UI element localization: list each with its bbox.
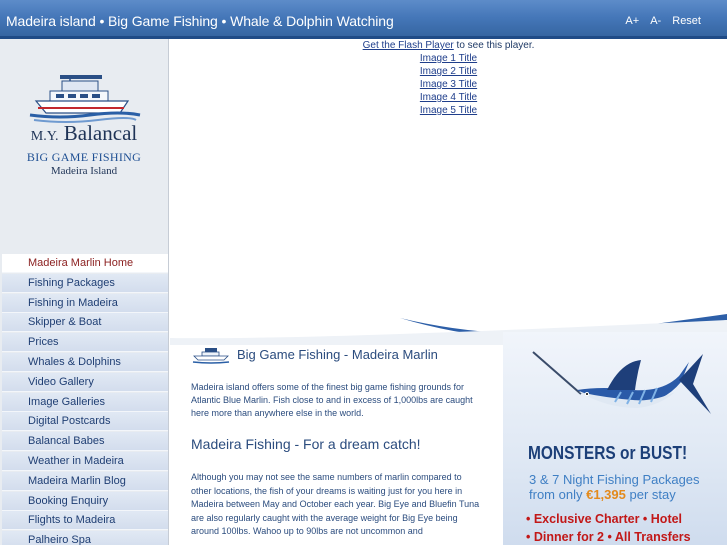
promo-price: €1,395 <box>586 487 626 502</box>
site-logo[interactable]: M.Y. Balancal BIG GAME FISHING Madeira I… <box>0 39 168 257</box>
nav-item-booking-enquiry[interactable]: Booking Enquiry <box>2 491 168 511</box>
body-paragraph: Although you may not see the same number… <box>191 472 480 536</box>
nav-item-video-gallery[interactable]: Video Gallery <box>2 372 168 392</box>
flash-notice: Get the Flash Player to see this player. <box>362 40 535 51</box>
site-title: Madeira island • Big Game Fishing • Whal… <box>6 13 394 29</box>
font-decrease-button[interactable]: A- <box>650 15 661 27</box>
page-heading: Big Game Fishing - Madeira Marlin <box>237 347 438 362</box>
nav-item-marlin-blog[interactable]: Madeira Marlin Blog <box>2 471 168 491</box>
logo-brand-name: M.Y. Balancal <box>30 121 138 145</box>
intro-paragraph: Madeira island offers some of the finest… <box>191 382 473 418</box>
image-title-link[interactable]: Image 1 Title <box>420 53 477 64</box>
promo-banner[interactable]: MONSTERS or BUST! 3 & 7 Night Fishing Pa… <box>503 332 727 545</box>
section-heading: Madeira Fishing - For a dream catch! <box>191 436 421 452</box>
sidebar: M.Y. Balancal BIG GAME FISHING Madeira I… <box>0 39 169 545</box>
sidebar-nav: Madeira Marlin Home Fishing Packages Fis… <box>2 254 168 545</box>
promo-packages-line: 3 & 7 Night Fishing Packages <box>529 472 700 487</box>
image-title-link[interactable]: Image 3 Title <box>420 79 477 90</box>
nav-item-palheiro-spa[interactable]: Palheiro Spa <box>2 531 168 545</box>
flash-player-area: Get the Flash Player to see this player.… <box>170 39 727 315</box>
nav-item-madeira-marlin-home[interactable]: Madeira Marlin Home <box>2 254 168 273</box>
promo-price-line: from only €1,395 per stay <box>529 487 676 502</box>
promo-feature-line: • Dinner for 2 • All Transfers <box>526 530 691 544</box>
get-flash-player-link[interactable]: Get the Flash Player <box>363 40 454 51</box>
font-reset-button[interactable]: Reset <box>672 15 701 27</box>
nav-item-fishing-packages[interactable]: Fishing Packages <box>2 273 168 293</box>
promo-feature-line: • Exclusive Charter • Hotel <box>526 512 683 526</box>
nav-item-digital-postcards[interactable]: Digital Postcards <box>2 412 168 432</box>
image-title-link[interactable]: Image 4 Title <box>420 92 477 103</box>
nav-item-fishing-in-madeira[interactable]: Fishing in Madeira <box>2 293 168 313</box>
nav-item-image-galleries[interactable]: Image Galleries <box>2 392 168 412</box>
image-title-link[interactable]: Image 5 Title <box>420 105 477 116</box>
nav-item-weather[interactable]: Weather in Madeira <box>2 451 168 471</box>
nav-item-prices[interactable]: Prices <box>2 333 168 353</box>
marlin-icon <box>532 351 711 414</box>
nav-item-whales-dolphins[interactable]: Whales & Dolphins <box>2 352 168 372</box>
logo-tagline: BIG GAME FISHING <box>26 150 142 164</box>
nav-item-skipper-boat[interactable]: Skipper & Boat <box>2 313 168 333</box>
boat-icon <box>192 348 230 364</box>
nav-item-flights[interactable]: Flights to Madeira <box>2 511 168 531</box>
promo-headline: MONSTERS or BUST! <box>528 443 688 463</box>
font-size-controls: A+ A- Reset <box>617 15 701 27</box>
image-title-link[interactable]: Image 2 Title <box>420 66 477 77</box>
logo-location: Madeira Island <box>50 165 118 177</box>
font-increase-button[interactable]: A+ <box>625 15 639 27</box>
nav-item-balancal-babes[interactable]: Balancal Babes <box>2 432 168 452</box>
